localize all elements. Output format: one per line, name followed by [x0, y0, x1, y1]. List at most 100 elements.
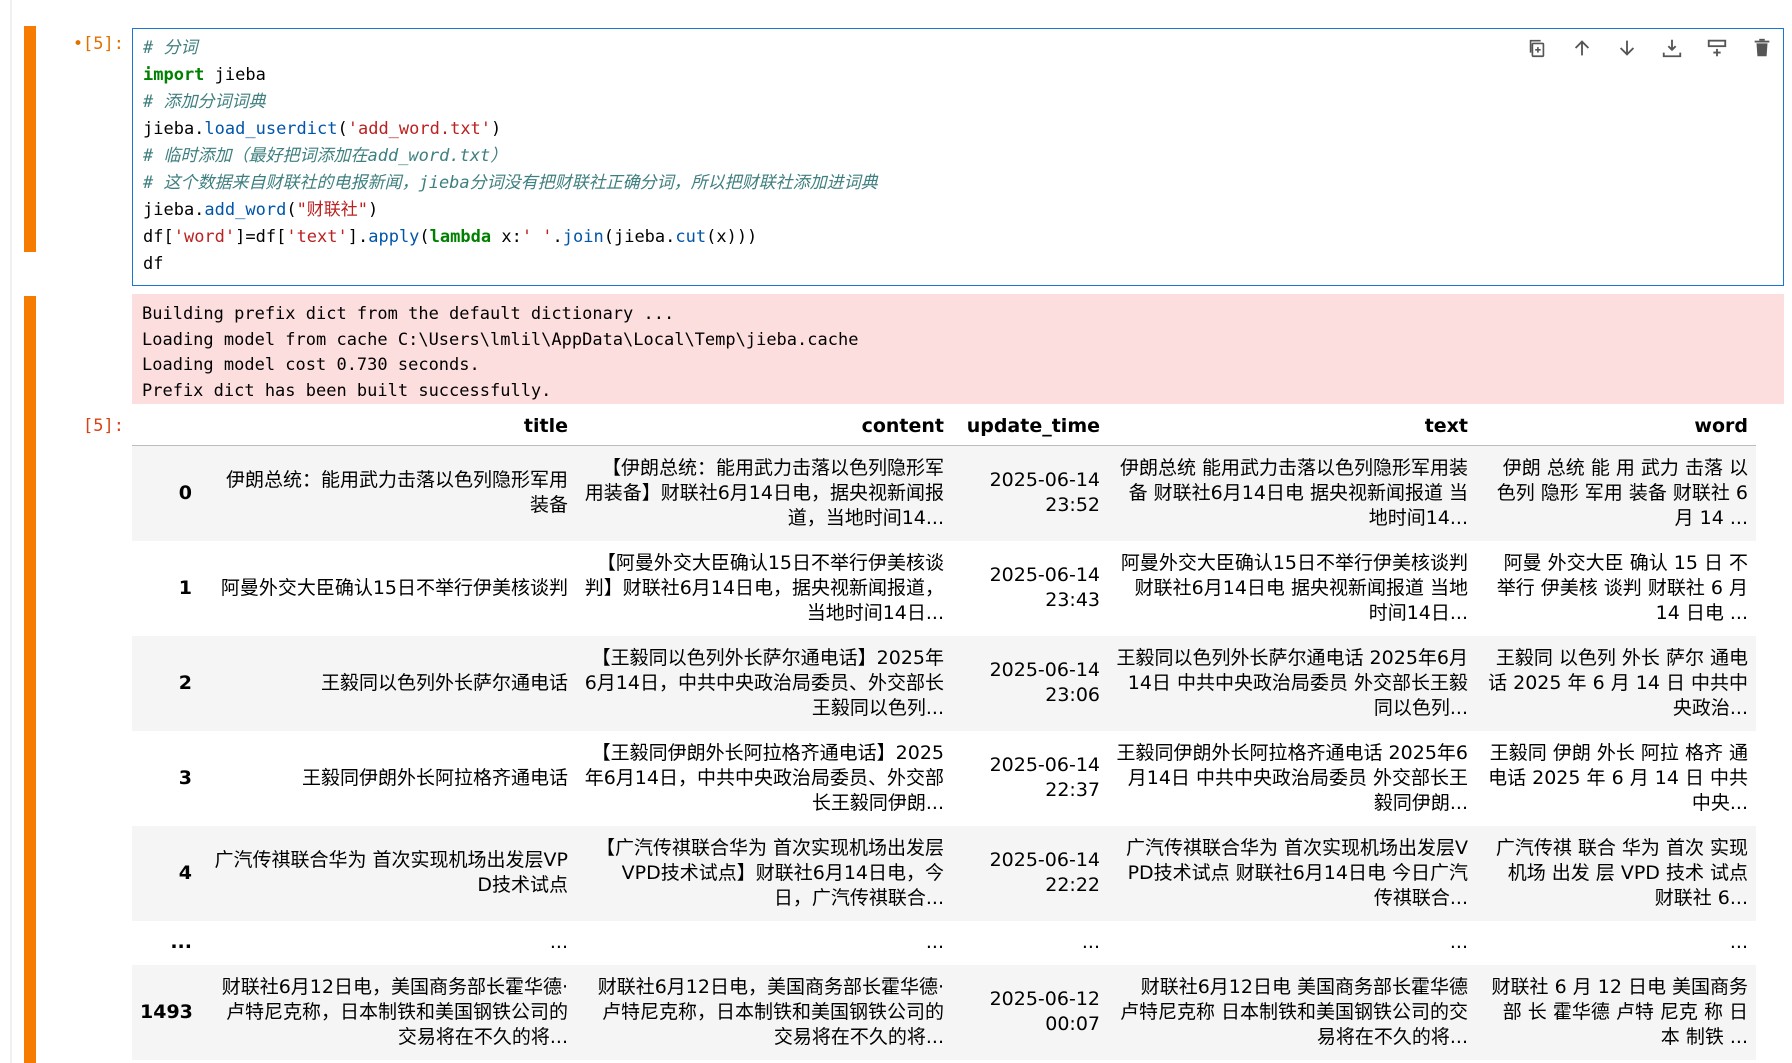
cell-title: 王毅同伊朗外长阿拉格齐通电话: [301, 766, 568, 789]
input-prompt: •[5]:: [72, 34, 124, 54]
stderr-line: Prefix dict has been built successfully.: [142, 380, 552, 401]
cell-update-time: 2025-06-14 23:52: [989, 469, 1100, 517]
cell-update-time: 2025-06-14 23:43: [989, 564, 1100, 611]
column-header-content: content: [576, 410, 952, 446]
code-token: join: [562, 227, 604, 247]
code-token: 'word': [173, 227, 236, 247]
column-header-index: [132, 410, 200, 446]
column-header-update-time: update_time: [952, 410, 1108, 446]
cell-content: 【广汽传祺联合华为 首次实现机场出发层VPD技术试点】财联社6月14日电，今日，…: [595, 836, 944, 909]
row-index: 2: [178, 671, 192, 694]
code-line[interactable]: # 分词: [143, 35, 878, 62]
cell-text: 广汽传祺联合华为 首次实现机场出发层VPD技术试点 财联社6月14日电 今日广汽…: [1125, 836, 1468, 909]
code-line[interactable]: import jieba: [143, 62, 878, 89]
code-token: 'text': [286, 227, 348, 247]
insert-below-icon[interactable]: [1659, 35, 1685, 61]
cell-text: 阿曼外交大臣确认15日不举行伊美核谈判 财联社6月14日电 据央视新闻报道 当地…: [1120, 551, 1468, 624]
insert-above-icon[interactable]: [1704, 35, 1730, 61]
cell-selection-bar[interactable]: [24, 26, 36, 252]
code-token: lambda: [429, 227, 492, 247]
code-line[interactable]: df: [143, 251, 878, 278]
code-token: (: [419, 227, 430, 247]
cell-text: 王毅同伊朗外长阿拉格齐通电话 2025年6月14日 中共中央政治局委员 外交部长…: [1116, 741, 1468, 814]
cell-word: ...: [1729, 931, 1748, 953]
delete-cell-icon[interactable]: [1749, 35, 1775, 61]
cell-word: 阿曼 外交大臣 确认 15 日 不 举行 伊美核 谈判 财联社 6 月 14 日…: [1496, 551, 1748, 624]
cell-word: 伊朗 总统 能 用 武力 击落 以色列 隐形 军用 装备 财联社 6 月 14 …: [1496, 456, 1748, 529]
output-prompt: [5]:: [83, 416, 124, 436]
code-line[interactable]: jieba.add_word("财联社"): [143, 197, 878, 224]
code-token: cut: [675, 227, 707, 247]
cell-title: 阿曼外交大臣确认15日不举行伊美核谈判: [220, 576, 568, 599]
move-up-icon[interactable]: [1569, 35, 1595, 61]
output-collapse-bar[interactable]: [24, 296, 36, 1063]
code-token: "财联社": [296, 200, 369, 220]
notebook-left-gutter: [10, 0, 12, 1063]
code-line[interactable]: # 添加分词词典: [143, 89, 878, 116]
cell-title: ...: [549, 931, 568, 953]
code-token: 'add_word.txt': [347, 119, 492, 139]
duplicate-cell-icon[interactable]: [1524, 35, 1550, 61]
stderr-line: Loading model from cache C:\Users\lmlil\…: [142, 329, 859, 350]
code-line[interactable]: df['word']=df['text'].apply(lambda x:' '…: [143, 224, 878, 251]
stderr-output: Building prefix dict from the default di…: [132, 294, 1784, 404]
code-token: ' ': [521, 227, 553, 247]
code-line[interactable]: jieba.load_userdict('add_word.txt'): [143, 116, 878, 143]
cell-title: 财联社6月12日电，美国商务部长霍华德·卢特尼克称，日本制铁和美国钢铁公司的交易…: [221, 975, 568, 1048]
cell-toolbar: [1524, 35, 1775, 61]
cell-title: 广汽传祺联合华为 首次实现机场出发层VPD技术试点: [214, 849, 569, 896]
code-token: # 这个数据来自财联社的电报新闻，jieba分词没有把财联社正确分词，所以把财联…: [143, 173, 878, 193]
table-row: 1 阿曼外交大臣确认15日不举行伊美核谈判 【阿曼外交大臣确认15日不举行伊美核…: [132, 541, 1756, 636]
table-row: 1493 财联社6月12日电，美国商务部长霍华德·卢特尼克称，日本制铁和美国钢铁…: [132, 964, 1756, 1060]
code-line[interactable]: # 临时添加（最好把词添加在add_word.txt）: [143, 143, 878, 170]
code-token: (x))): [706, 227, 758, 247]
cell-update-time: 2025-06-14 22:22: [989, 849, 1100, 896]
code-token: df: [143, 254, 164, 274]
code-token: # 添加分词词典: [143, 92, 266, 112]
cell-text: 伊朗总统 能用武力击落以色列隐形军用装备 财联社6月14日电 据央视新闻报道 当…: [1119, 456, 1468, 529]
cell-title: 王毅同以色列外长萨尔通电话: [320, 671, 568, 694]
code-token: ].: [347, 227, 369, 247]
code-token: jieba.: [143, 200, 205, 220]
cell-word: 王毅同 伊朗 外长 阿拉 格齐 通电话 2025 年 6 月 14 日 中共中央…: [1488, 741, 1748, 814]
code-token: x:: [491, 227, 522, 247]
cell-word: 王毅同 以色列 外长 萨尔 通电话 2025 年 6 月 14 日 中共中央政治…: [1488, 646, 1748, 719]
cell-update-time: ...: [1081, 931, 1100, 953]
row-index: ...: [170, 931, 192, 953]
column-header-title: title: [200, 410, 576, 446]
code-token: (: [286, 200, 297, 220]
code-token: .: [552, 227, 563, 247]
row-index: 0: [178, 481, 192, 504]
cell-content: 【阿曼外交大臣确认15日不举行伊美核谈判】财联社6月14日电，据央视新闻报道，当…: [584, 551, 944, 624]
cell-word: 财联社 6 月 12 日电 美国商务 部 长 霍华德 卢特 尼克 称 日本 制铁…: [1491, 975, 1748, 1048]
column-header-word: word: [1476, 410, 1756, 446]
row-index: 1: [178, 576, 192, 599]
cell-text: ...: [1449, 931, 1468, 953]
code-token: df[: [143, 227, 174, 247]
cell-word: 广汽传祺 联合 华为 首次 实现 机场 出发 层 VPD 技术 试点 财联社 6…: [1495, 836, 1748, 909]
cell-update-time: 2025-06-12 00:07: [989, 988, 1100, 1035]
table-row: 2 王毅同以色列外长萨尔通电话 【王毅同以色列外长萨尔通电话】2025年6月14…: [132, 635, 1756, 731]
cell-title: 伊朗总统：能用武力击落以色列隐形军用装备: [225, 469, 568, 517]
stderr-line: Loading model cost 0.730 seconds.: [142, 355, 480, 375]
cell-content: 【王毅同伊朗外长阿拉格齐通电话】2025年6月14日，中共中央政治局委员、外交部…: [584, 741, 944, 814]
code-token: apply: [368, 227, 420, 247]
cell-content: 财联社6月12日电，美国商务部长霍华德·卢特尼克称，日本制铁和美国钢铁公司的交易…: [597, 975, 944, 1048]
code-editor[interactable]: # 分词 import jieba # 添加分词词典 jieba.load_userd…: [132, 28, 1784, 286]
cell-content: 【伊朗总统：能用武力击落以色列隐形军用装备】财联社6月14日电，据央视新闻报道，…: [584, 456, 944, 529]
code-token: import: [143, 65, 205, 85]
cell-update-time: 2025-06-14 23:06: [989, 659, 1100, 706]
code-line[interactable]: # 这个数据来自财联社的电报新闻，jieba分词没有把财联社正确分词，所以把财联…: [143, 170, 878, 197]
cell-text: 王毅同以色列外长萨尔通电话 2025年6月14日 中共中央政治局委员 外交部长王…: [1116, 646, 1468, 719]
code-token: jieba: [204, 65, 266, 85]
code-token: (: [337, 119, 348, 139]
column-header-text: text: [1108, 410, 1476, 446]
code-token: ): [368, 200, 379, 220]
cell-content: 【王毅同以色列外长萨尔通电话】2025年6月14日，中共中央政治局委员、外交部长…: [584, 646, 944, 719]
code-content[interactable]: # 分词 import jieba # 添加分词词典 jieba.load_userd…: [143, 35, 878, 278]
table-row: 4 广汽传祺联合华为 首次实现机场出发层VPD技术试点 【广汽传祺联合华为 首次…: [132, 825, 1756, 921]
table-header-row: title content update_time text word: [132, 410, 1756, 446]
table-row-ellipsis: ... ... ... ... ... ...: [132, 921, 1756, 965]
move-down-icon[interactable]: [1614, 35, 1640, 61]
dataframe-table: title content update_time text word 0 伊朗…: [132, 410, 1756, 1060]
